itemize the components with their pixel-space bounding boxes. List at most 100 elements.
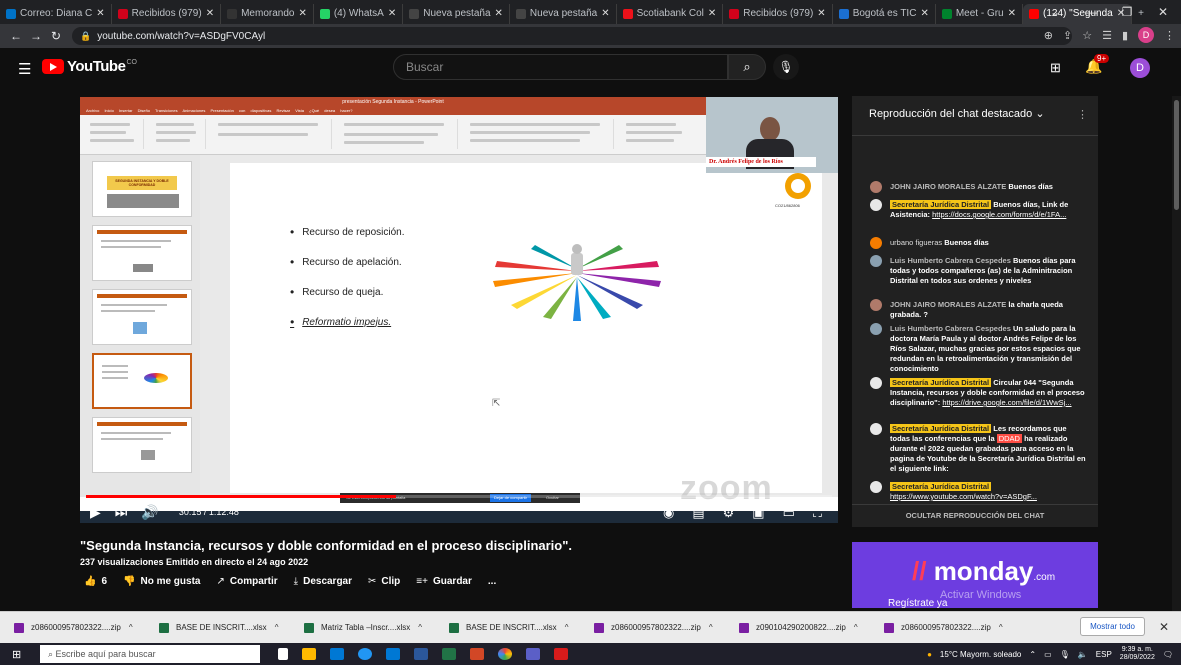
browser-tab[interactable]: Scotiabank Col ✕ bbox=[617, 3, 724, 24]
tab-close-icon[interactable]: ✕ bbox=[96, 8, 104, 19]
teams-icon[interactable] bbox=[526, 648, 540, 660]
settings-gear-icon[interactable]: ⚙ bbox=[723, 505, 735, 521]
download-options-chevron-icon[interactable]: ^ bbox=[129, 623, 133, 632]
notifications-icon[interactable]: 🗨 bbox=[1163, 650, 1173, 659]
search-input[interactable]: Buscar bbox=[393, 54, 728, 80]
like-button[interactable]: 👍 6 bbox=[84, 576, 107, 587]
next-icon[interactable]: ⏭ bbox=[115, 504, 128, 521]
tab-close-icon[interactable]: ✕ bbox=[817, 8, 825, 19]
download-button[interactable]: ⤓ Descargar bbox=[294, 576, 352, 587]
browser-tab[interactable]: Bogotá es TIC ✕ bbox=[833, 3, 936, 24]
excel-icon[interactable] bbox=[442, 648, 456, 660]
browser-tab[interactable]: Nueva pestaña ✕ bbox=[403, 3, 510, 24]
restore-button[interactable]: ❐ bbox=[1109, 5, 1145, 19]
task-view-icon[interactable] bbox=[278, 648, 288, 660]
tab-close-icon[interactable]: ✕ bbox=[388, 8, 396, 19]
chat-link[interactable]: https://www.youtube.com/watch?v=ASDgF... bbox=[890, 492, 1037, 501]
download-options-chevron-icon[interactable]: ^ bbox=[709, 623, 713, 632]
chat-link[interactable]: https://drive.google.com/file/d/1WwSj... bbox=[942, 398, 1071, 407]
volume-icon[interactable]: 🔊 bbox=[141, 504, 158, 521]
bookmark-star-icon[interactable]: ☆ bbox=[1082, 29, 1092, 42]
tab-close-icon[interactable]: ✕ bbox=[206, 8, 214, 19]
play-icon[interactable]: ▶ bbox=[90, 504, 101, 521]
create-video-icon[interactable]: ⊞ bbox=[1050, 60, 1061, 76]
autoplay-toggle-icon[interactable]: ◉ bbox=[663, 505, 674, 521]
chrome-icon[interactable] bbox=[498, 648, 512, 660]
hide-chat-replay-button[interactable]: OCULTAR REPRODUCCIÓN DEL CHAT bbox=[852, 504, 1098, 527]
windows-search-input[interactable]: ⌕ Escribe aquí para buscar bbox=[40, 645, 260, 663]
chat-link[interactable]: https://docs.google.com/forms/d/e/1FA... bbox=[932, 210, 1066, 219]
acrobat-icon[interactable] bbox=[554, 648, 568, 660]
tab-close-icon[interactable]: ✕ bbox=[708, 8, 716, 19]
theater-mode-icon[interactable]: ▭ bbox=[783, 505, 795, 521]
download-item[interactable]: z086000957802322....zip ^ bbox=[0, 622, 145, 633]
fullscreen-icon[interactable]: ⛶ bbox=[813, 505, 822, 521]
forward-icon[interactable]: → bbox=[26, 29, 46, 43]
download-options-chevron-icon[interactable]: ^ bbox=[565, 623, 569, 632]
sidebar-icon[interactable]: ▮ bbox=[1122, 29, 1128, 42]
mail-icon[interactable] bbox=[330, 648, 344, 660]
chat-header[interactable]: Reproducción del chat destacado ⌄ ⋮ bbox=[852, 96, 1098, 136]
tab-close-icon[interactable]: ✕ bbox=[495, 8, 503, 19]
tab-close-icon[interactable]: ✕ bbox=[601, 8, 609, 19]
tab-close-icon[interactable]: ✕ bbox=[1008, 8, 1016, 19]
scrollbar-thumb[interactable] bbox=[1174, 100, 1179, 210]
save-button[interactable]: ≡+ Guardar bbox=[416, 576, 472, 587]
tray-chevron-icon[interactable]: ⌃ bbox=[1029, 650, 1036, 659]
download-item[interactable]: BASE DE INSCRIT....xlsx ^ bbox=[145, 622, 290, 633]
browser-tab[interactable]: Recibidos (979) ✕ bbox=[723, 3, 833, 24]
close-window-button[interactable]: ✕ bbox=[1145, 5, 1181, 19]
menu-kebab-icon[interactable]: ⋮ bbox=[1164, 29, 1175, 42]
page-scrollbar[interactable] bbox=[1172, 96, 1181, 616]
network-icon[interactable]: ▭ bbox=[1044, 650, 1052, 659]
download-options-chevron-icon[interactable]: ^ bbox=[999, 623, 1003, 632]
language-indicator[interactable]: ESP bbox=[1096, 650, 1112, 659]
install-icon[interactable]: ⊕ bbox=[1044, 29, 1053, 42]
tab-search-icon[interactable]: ⌄ bbox=[1037, 5, 1073, 19]
download-item[interactable]: z086000957802322....zip ^ bbox=[870, 622, 1015, 633]
reading-list-icon[interactable]: ☰ bbox=[1102, 29, 1112, 42]
dislike-button[interactable]: 👎 No me gusta bbox=[123, 576, 200, 587]
browser-tab[interactable]: Memorando ✕ bbox=[221, 3, 314, 24]
download-item[interactable]: z086000957802322....zip ^ bbox=[580, 622, 725, 633]
subtitles-icon[interactable]: ▤ bbox=[692, 505, 704, 521]
search-button[interactable]: ⌕ bbox=[728, 54, 766, 80]
hamburger-menu-icon[interactable]: ☰ bbox=[18, 60, 31, 78]
speaker-icon[interactable]: 🔈 bbox=[1078, 650, 1088, 659]
download-options-chevron-icon[interactable]: ^ bbox=[418, 623, 422, 632]
profile-avatar[interactable]: D bbox=[1138, 27, 1154, 43]
url-field[interactable]: 🔒 youtube.com/watch?v=ASDgFV0CAyl bbox=[72, 27, 1072, 45]
tab-close-icon[interactable]: ✕ bbox=[920, 8, 928, 19]
miniplayer-icon[interactable]: ▣ bbox=[752, 505, 764, 521]
powerpoint-icon[interactable] bbox=[470, 648, 484, 660]
download-item[interactable]: z090104290200822....zip ^ bbox=[725, 622, 870, 633]
weather-text[interactable]: 15°C Mayorm. soleado bbox=[940, 650, 1021, 659]
clock[interactable]: 9:39 a. m. 28/09/2022 bbox=[1120, 646, 1155, 662]
back-icon[interactable]: ← bbox=[6, 29, 26, 43]
youtube-logo[interactable]: YouTube CO bbox=[42, 58, 137, 75]
browser-tab[interactable]: (4) WhatsA ✕ bbox=[314, 3, 404, 24]
download-item[interactable]: Matriz Tabla –Inscr....xlsx ^ bbox=[290, 622, 435, 633]
browser-tab[interactable]: Correo: Diana C ✕ bbox=[0, 3, 112, 24]
browser-tab[interactable]: Recibidos (979) ✕ bbox=[112, 3, 222, 24]
close-shelf-icon[interactable]: ✕ bbox=[1159, 620, 1169, 634]
download-item[interactable]: BASE DE INSCRIT....xlsx ^ bbox=[435, 622, 580, 633]
account-avatar[interactable]: D bbox=[1130, 58, 1150, 78]
tab-close-icon[interactable]: ✕ bbox=[298, 8, 306, 19]
download-options-chevron-icon[interactable]: ^ bbox=[854, 623, 858, 632]
progress-bar[interactable] bbox=[86, 495, 832, 498]
chat-menu-icon[interactable]: ⋮ bbox=[1077, 108, 1088, 121]
microphone-icon[interactable]: 🎙 bbox=[1060, 650, 1070, 659]
share-icon[interactable]: ⇪ bbox=[1063, 29, 1072, 42]
minimize-button[interactable]: — bbox=[1073, 5, 1109, 19]
browser-tab[interactable]: Nueva pestaña ✕ bbox=[510, 3, 617, 24]
share-button[interactable]: ↗ Compartir bbox=[216, 576, 277, 587]
more-actions-button[interactable]: ... bbox=[488, 576, 496, 587]
file-explorer-icon[interactable] bbox=[302, 648, 316, 660]
video-player[interactable]: presentación Segunda Instancia - PowerPo… bbox=[80, 97, 838, 523]
reload-icon[interactable]: ↻ bbox=[46, 29, 66, 43]
clip-button[interactable]: ✂ Clip bbox=[368, 576, 400, 587]
browser-tab[interactable]: Meet - Gru ✕ bbox=[936, 3, 1024, 24]
voice-search-button[interactable]: 🎙 bbox=[773, 54, 799, 80]
download-options-chevron-icon[interactable]: ^ bbox=[275, 623, 279, 632]
